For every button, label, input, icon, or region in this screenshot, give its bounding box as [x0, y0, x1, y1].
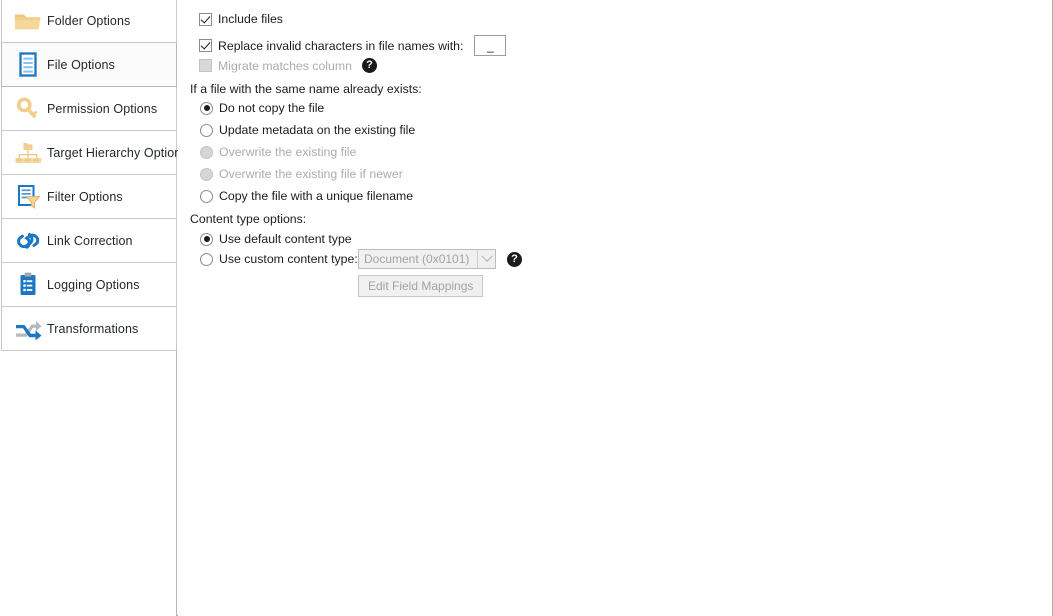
sidebar-item-link-correction[interactable]: Link Correction: [1, 219, 177, 263]
radio-do-not-copy-row[interactable]: Do not copy the file: [200, 101, 324, 115]
sidebar-item-file-options[interactable]: File Options: [1, 43, 177, 87]
duplicate-file-group-label: If a file with the same name already exi…: [190, 82, 422, 96]
sidebar: Folder Options File Options Permission O…: [0, 0, 188, 616]
include-files-checkbox[interactable]: [199, 12, 212, 26]
sidebar-item-folder-options[interactable]: Folder Options: [1, 0, 177, 43]
sidebar-item-label: Logging Options: [47, 277, 140, 292]
migrate-matches-column-checkbox: [199, 59, 212, 72]
hierarchy-tree-icon: [9, 136, 47, 170]
radio-use-custom-content-type[interactable]: [200, 252, 213, 266]
sidebar-item-logging-options[interactable]: Logging Options: [1, 263, 177, 307]
filter-funnel-icon: [9, 180, 47, 214]
folder-icon: [9, 4, 47, 38]
clipboard-list-icon: [9, 268, 47, 302]
radio-overwrite-if-newer-row: Overwrite the existing file if newer: [200, 167, 403, 181]
sidebar-item-target-hierarchy-options[interactable]: Target Hierarchy Options: [1, 131, 188, 175]
replacement-character-input[interactable]: [474, 35, 507, 56]
content-type-select-value: Document (0x0101): [364, 252, 470, 266]
key-icon: [9, 92, 47, 126]
radio-overwrite-if-newer: [200, 167, 213, 181]
radio-copy-unique-filename[interactable]: [200, 189, 213, 203]
radio-overwrite-if-newer-label: Overwrite the existing file if newer: [219, 167, 403, 181]
radio-use-default-content-type[interactable]: [200, 232, 213, 246]
sidebar-nav-list: Folder Options File Options Permission O…: [1, 0, 188, 351]
radio-use-default-content-type-label: Use default content type: [219, 232, 352, 246]
sidebar-item-label: Folder Options: [47, 14, 131, 28]
radio-overwrite-existing-label: Overwrite the existing file: [219, 145, 357, 159]
radio-overwrite-existing-row: Overwrite the existing file: [200, 145, 356, 159]
sidebar-item-filter-options[interactable]: Filter Options: [1, 175, 177, 219]
options-dialog: Folder Options File Options Permission O…: [0, 0, 1053, 616]
sidebar-item-label: File Options: [47, 57, 115, 72]
replace-invalid-characters-row[interactable]: Replace invalid characters in file names…: [199, 35, 507, 56]
radio-update-metadata-row[interactable]: Update metadata on the existing file: [200, 123, 415, 137]
radio-overwrite-existing: [200, 145, 213, 159]
sidebar-item-transformations[interactable]: Transformations: [1, 307, 177, 351]
chain-link-icon: [9, 224, 47, 258]
sidebar-item-label: Permission Options: [47, 101, 158, 116]
replace-invalid-characters-checkbox[interactable]: [199, 39, 212, 52]
file-document-icon: [9, 48, 47, 82]
sidebar-item-label: Link Correction: [47, 233, 133, 248]
chevron-down-icon: [477, 250, 495, 268]
sidebar-item-label: Target Hierarchy Options: [47, 145, 188, 160]
sidebar-item-label: Transformations: [47, 321, 139, 336]
help-question-icon[interactable]: ?: [507, 251, 522, 267]
radio-copy-unique-filename-row[interactable]: Copy the file with a unique filename: [200, 189, 413, 203]
content-type-group-label: Content type options:: [190, 212, 307, 226]
radio-use-custom-content-type-row[interactable]: Use custom content type:: [200, 252, 358, 266]
shuffle-arrows-icon: [9, 312, 47, 346]
sidebar-item-permission-options[interactable]: Permission Options: [1, 87, 177, 131]
migrate-matches-column-label: Migrate matches column: [218, 58, 352, 73]
radio-use-custom-content-type-label: Use custom content type:: [219, 252, 358, 266]
radio-use-default-content-type-row[interactable]: Use default content type: [200, 232, 352, 246]
edit-field-mappings-button: Edit Field Mappings: [358, 275, 484, 297]
radio-update-metadata-label: Update metadata on the existing file: [219, 123, 416, 137]
radio-do-not-copy[interactable]: [200, 101, 213, 115]
file-options-panel: Include files Replace invalid characters…: [178, 0, 1052, 616]
radio-copy-unique-filename-label: Copy the file with a unique filename: [219, 189, 414, 203]
migrate-matches-column-row: Migrate matches column ?: [199, 58, 377, 73]
edit-field-mappings-row: Edit Field Mappings: [358, 275, 484, 297]
replace-invalid-characters-label: Replace invalid characters in file names…: [218, 38, 464, 53]
radio-do-not-copy-label: Do not copy the file: [219, 101, 325, 115]
include-files-row[interactable]: Include files: [199, 12, 283, 26]
help-question-icon[interactable]: ?: [361, 58, 377, 73]
content-type-select: Document (0x0101): [358, 249, 496, 269]
include-files-label: Include files: [218, 12, 283, 26]
sidebar-item-label: Filter Options: [47, 189, 123, 204]
radio-update-metadata[interactable]: [200, 123, 213, 137]
content-type-combo-row: Document (0x0101) ?: [358, 249, 522, 269]
